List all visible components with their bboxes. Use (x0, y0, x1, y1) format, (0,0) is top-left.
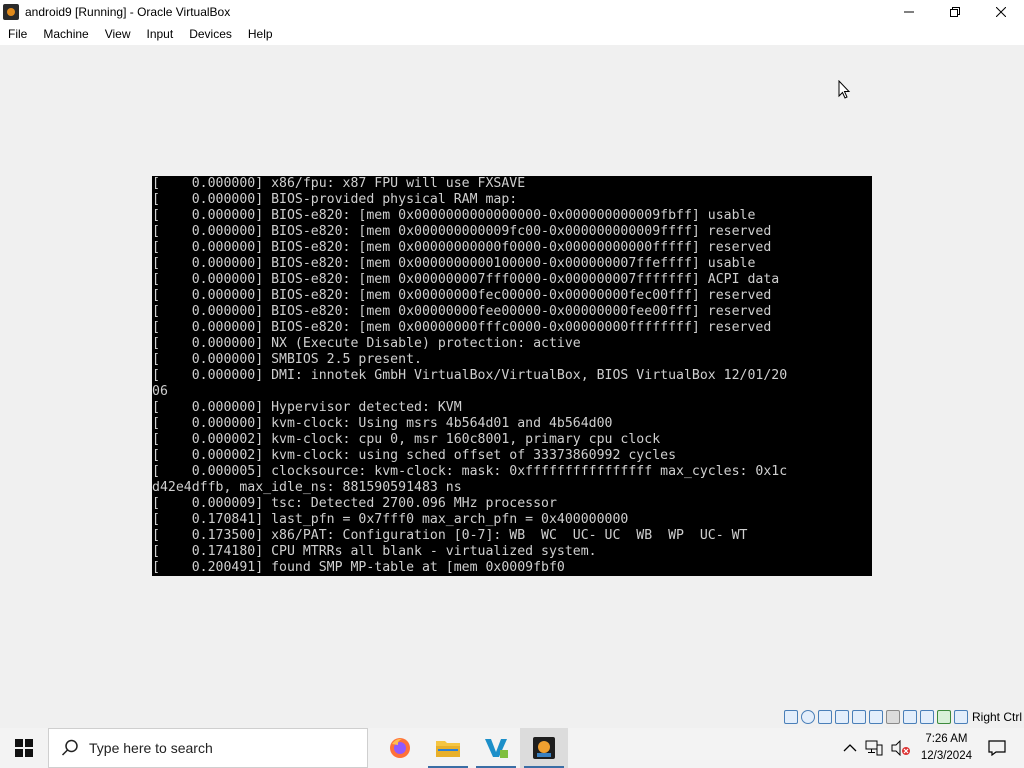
clock-time: 7:26 AM (925, 733, 968, 745)
vm-status-bar: Right Ctrl (0, 706, 1024, 728)
menu-file[interactable]: File (0, 24, 35, 45)
console-line: [ 0.174180] CPU MTRRs all blank - virtua… (152, 544, 597, 559)
console-line: [ 0.173500] x86/PAT: Configuration [0-7]… (152, 528, 748, 543)
console-line: [ 0.000000] x86/fpu: x87 FPU will use FX… (152, 176, 526, 191)
volume-tray-button[interactable] (891, 740, 911, 756)
console-line: d42e4dffb, max_idle_ns: 881590591483 ns (152, 480, 462, 495)
network-tray-button[interactable] (865, 740, 883, 756)
network-icon[interactable] (835, 710, 849, 724)
search-placeholder: Type here to search (89, 740, 213, 756)
show-hidden-icons-button[interactable] (843, 743, 857, 753)
taskbar-clock[interactable]: 7:26 AM 12/3/2024 (921, 731, 972, 765)
notification-center-button[interactable] (982, 740, 1012, 756)
console-line: [ 0.000000] BIOS-e820: [mem 0x00000000fe… (152, 288, 772, 303)
console-line: [ 0.000000] Hypervisor detected: KVM (152, 400, 462, 415)
notification-icon (988, 740, 1006, 756)
visual-studio-icon (485, 739, 508, 758)
network-icon (865, 740, 883, 756)
console-line: [ 0.000002] kvm-clock: cpu 0, msr 160c80… (152, 432, 661, 447)
recording-icon[interactable] (903, 710, 917, 724)
start-button[interactable] (0, 728, 48, 768)
optical-drive-icon[interactable] (801, 710, 815, 724)
console-line: [ 0.000000] NX (Execute Disable) protect… (152, 336, 581, 351)
vm-display-area[interactable]: [ 0.000000] x86/fpu: x87 FPU will use FX… (0, 45, 1024, 706)
menu-input[interactable]: Input (139, 24, 182, 45)
console-line: [ 0.000000] BIOS-e820: [mem 0x0000000000… (152, 208, 756, 223)
taskbar-app-visual-studio[interactable] (472, 728, 520, 768)
windows-logo-icon (15, 739, 33, 757)
console-line: [ 0.000000] BIOS-e820: [mem 0x000000007f… (152, 272, 780, 287)
console-line: 06 (152, 384, 168, 399)
shared-folders-icon[interactable] (869, 710, 883, 724)
virtualbox-app-icon (3, 4, 19, 20)
minimize-icon (904, 11, 914, 13)
keyboard-icon[interactable] (954, 710, 968, 724)
console-line: [ 0.000000] BIOS-e820: [mem 0x0000000000… (152, 224, 772, 239)
console-line: [ 0.000002] kvm-clock: using sched offse… (152, 448, 677, 463)
window-controls (886, 0, 1024, 24)
clock-date: 12/3/2024 (920, 750, 972, 762)
taskbar-search-box[interactable]: Type here to search (48, 728, 368, 768)
console-line: [ 0.000000] BIOS-provided physical RAM m… (152, 192, 518, 207)
system-tray: 7:26 AM 12/3/2024 (839, 728, 1024, 768)
vm-console-screen[interactable]: [ 0.000000] x86/fpu: x87 FPU will use FX… (152, 176, 872, 576)
console-line: [ 0.000000] BIOS-e820: [mem 0x0000000000… (152, 240, 772, 255)
console-line: [ 0.170841] last_pfn = 0x7fff0 max_arch_… (152, 512, 629, 527)
search-icon (61, 739, 78, 756)
console-line: [ 0.000000] DMI: innotek GmbH VirtualBox… (152, 368, 788, 383)
window-title: android9 [Running] - Oracle VirtualBox (25, 5, 231, 19)
hard-disk-icon[interactable] (784, 710, 798, 724)
chevron-up-icon (843, 744, 857, 752)
menu-machine[interactable]: Machine (35, 24, 96, 45)
console-line: [ 0.000000] BIOS-e820: [mem 0x0000000000… (152, 256, 756, 271)
taskbar-app-firefox[interactable] (376, 728, 424, 768)
taskbar-app-virtualbox[interactable] (520, 728, 568, 768)
menu-view[interactable]: View (97, 24, 139, 45)
maximize-button[interactable] (932, 0, 978, 24)
menu-bar: File Machine View Input Devices Help (0, 24, 1024, 45)
console-line: [ 0.000005] clocksource: kvm-clock: mask… (152, 464, 788, 479)
menu-devices[interactable]: Devices (181, 24, 240, 45)
restore-icon (950, 7, 960, 17)
title-bar: android9 [Running] - Oracle VirtualBox (0, 0, 1024, 24)
close-icon (996, 7, 1006, 17)
host-key-label[interactable]: Right Ctrl (972, 710, 1022, 724)
menu-help[interactable]: Help (240, 24, 281, 45)
console-line: [ 0.200491] found SMP MP-table at [mem 0… (152, 560, 565, 575)
taskbar-apps (376, 728, 568, 768)
cpu-icon[interactable] (920, 710, 934, 724)
virtualbox-icon (533, 737, 555, 759)
mouse-pointer-icon (838, 80, 851, 99)
console-line: [ 0.000009] tsc: Detected 2700.096 MHz p… (152, 496, 557, 511)
console-line: [ 0.000000] SMBIOS 2.5 present. (152, 352, 422, 367)
firefox-icon (390, 738, 410, 758)
taskbar-app-file-explorer[interactable] (424, 728, 472, 768)
display-icon[interactable] (886, 710, 900, 724)
device-status-icons (784, 710, 968, 724)
mouse-integration-icon[interactable] (937, 710, 951, 724)
taskbar: Type here to search 7:26 AM 12/3/2024 (0, 728, 1024, 768)
minimize-button[interactable] (886, 0, 932, 24)
volume-muted-icon (891, 740, 910, 756)
file-explorer-icon (436, 741, 460, 757)
audio-icon[interactable] (818, 710, 832, 724)
console-line: [ 0.000000] BIOS-e820: [mem 0x00000000fe… (152, 304, 772, 319)
console-line: [ 0.000000] BIOS-e820: [mem 0x00000000ff… (152, 320, 772, 335)
usb-icon[interactable] (852, 710, 866, 724)
close-button[interactable] (978, 0, 1024, 24)
console-line: [ 0.000000] kvm-clock: Using msrs 4b564d… (152, 416, 613, 431)
